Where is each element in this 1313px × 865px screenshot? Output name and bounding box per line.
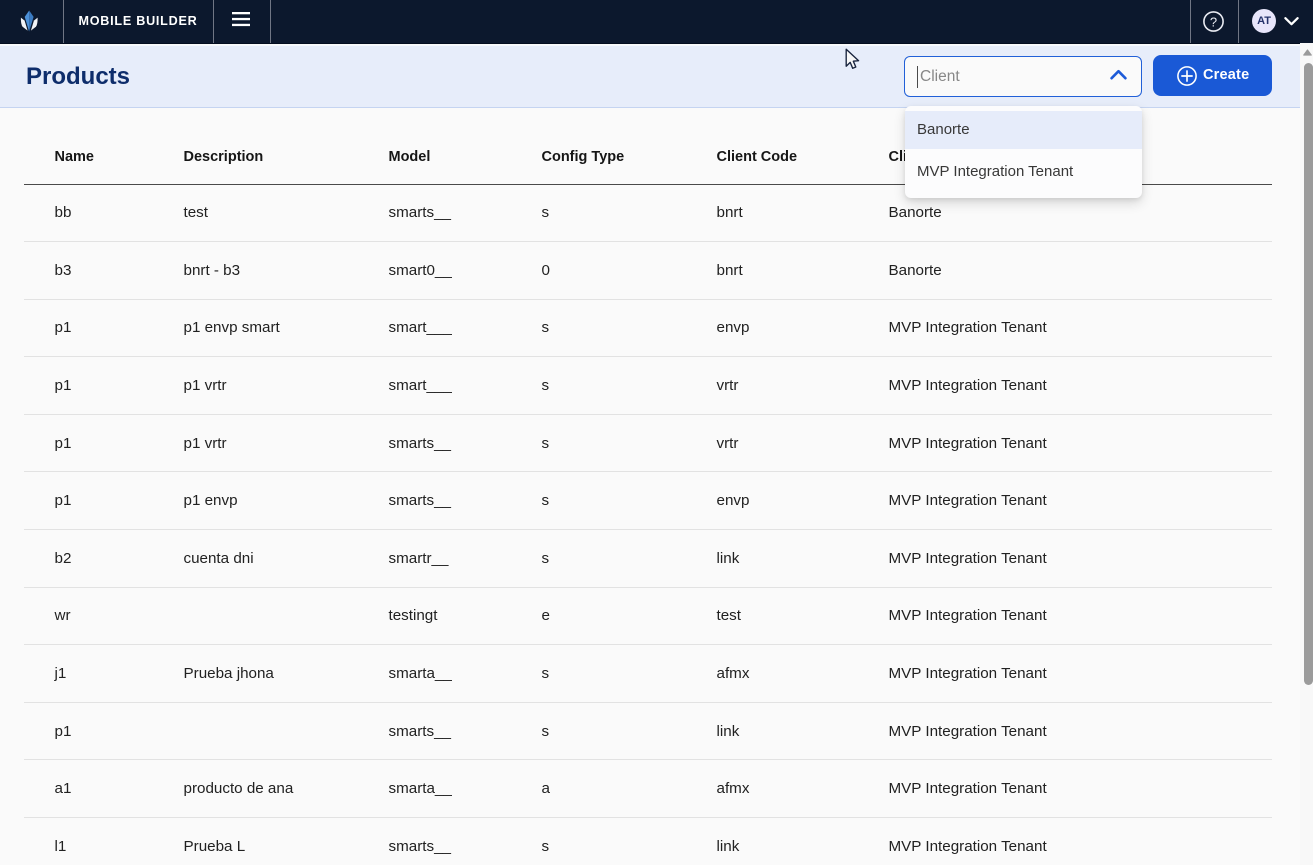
svg-text:?: ? bbox=[1210, 14, 1217, 29]
